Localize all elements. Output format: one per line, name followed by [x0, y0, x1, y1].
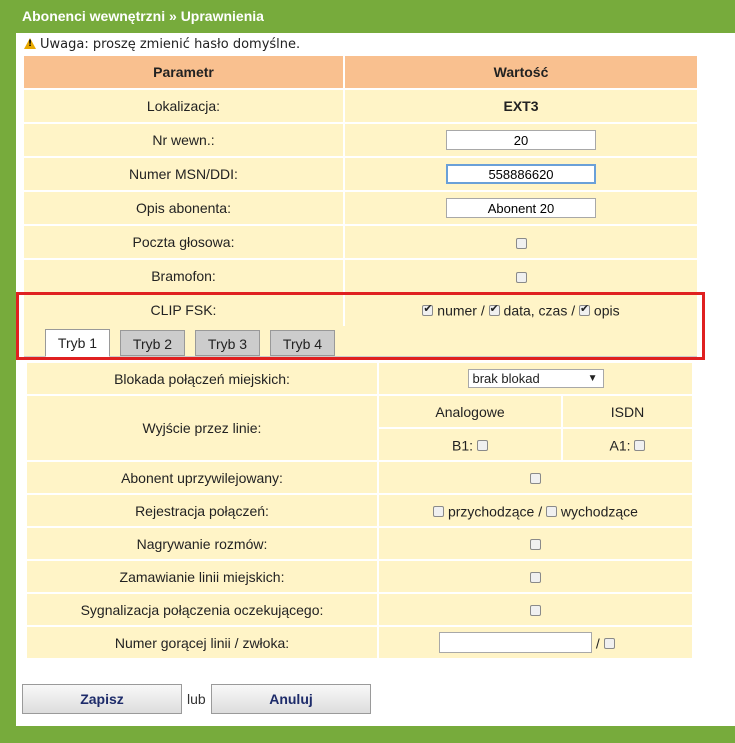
- page-title: Abonenci wewnętrzni » Uprawnienia: [22, 8, 264, 24]
- uprzywilejowany-label: Abonent uprzywilejowany:: [27, 462, 377, 493]
- lokalizacja-label: Lokalizacja:: [24, 90, 343, 122]
- column-header-parametr: Parametr: [24, 56, 343, 88]
- opis-abonenta-input[interactable]: [446, 198, 596, 218]
- b1-checkbox[interactable]: [476, 439, 488, 451]
- settings-table: Parametr Wartość Lokalizacja: EXT3 Nr we…: [22, 54, 699, 328]
- table-row: Numer MSN/DDI:: [24, 158, 697, 190]
- poczta-glosowa-label: Poczta głosowa:: [24, 226, 343, 258]
- table-row: Abonent uprzywilejowany:: [27, 462, 692, 493]
- table-row: Zamawianie linii miejskich:: [27, 561, 692, 592]
- analogowe-header: Analogowe: [379, 396, 561, 427]
- column-header-wartosc: Wartość: [345, 56, 697, 88]
- blokada-select[interactable]: brak blokad ▼: [467, 369, 604, 388]
- msn-ddi-input[interactable]: [446, 164, 596, 184]
- title-bar: Abonenci wewnętrzni » Uprawnienia: [0, 0, 735, 33]
- wychodzace-label: wychodzące: [560, 503, 638, 520]
- msn-ddi-label: Numer MSN/DDI:: [24, 158, 343, 190]
- zamawianie-label: Zamawianie linii miejskich:: [27, 561, 377, 592]
- save-button[interactable]: Zapisz: [22, 684, 182, 714]
- sygnalizacja-checkbox[interactable]: [530, 605, 541, 617]
- b1-label: B1:: [452, 437, 474, 454]
- nr-wewn-input[interactable]: [446, 130, 596, 150]
- warning-icon: [24, 38, 36, 49]
- uprzywilejowany-checkbox[interactable]: [530, 473, 541, 485]
- highlight-box: [16, 292, 705, 360]
- isdn-header: ISDN: [563, 396, 692, 427]
- a1-checkbox[interactable]: [634, 439, 646, 451]
- table-row: Sygnalizacja połączenia oczekującego:: [27, 594, 692, 625]
- sygnalizacja-label: Sygnalizacja połączenia oczekującego:: [27, 594, 377, 625]
- table-row: Rejestracja połączeń: przychodzące / wyc…: [27, 495, 692, 526]
- nr-wewn-label: Nr wewn.:: [24, 124, 343, 156]
- permissions-table: Blokada połączeń miejskich: brak blokad ▼…: [25, 361, 694, 660]
- table-row: Bramofon:: [24, 260, 697, 292]
- table-row: Blokada połączeń miejskich: brak blokad ▼: [27, 363, 692, 394]
- przychodzace-label: przychodzące /: [447, 503, 543, 520]
- goraca-linia-separator: /: [595, 635, 600, 652]
- poczta-glosowa-checkbox[interactable]: [515, 237, 527, 249]
- cancel-button[interactable]: Anuluj: [211, 684, 371, 714]
- bramofon-label: Bramofon:: [24, 260, 343, 292]
- wyjscie-label: Wyjście przez linie:: [27, 396, 377, 460]
- table-row: Lokalizacja: EXT3: [24, 90, 697, 122]
- table-row: Wyjście przez linie: Analogowe ISDN: [27, 396, 692, 460]
- rejestracja-label: Rejestracja połączeń:: [27, 495, 377, 526]
- table-row: Opis abonenta:: [24, 192, 697, 224]
- blokada-selected-value: brak blokad: [472, 371, 540, 386]
- nagrywanie-label: Nagrywanie rozmów:: [27, 528, 377, 559]
- a1-label: A1:: [609, 437, 631, 454]
- table-row: Nagrywanie rozmów:: [27, 528, 692, 559]
- or-label: lub: [187, 691, 206, 707]
- chevron-down-icon: ▼: [587, 373, 598, 384]
- lokalizacja-value: EXT3: [345, 90, 697, 122]
- table-row: Poczta głosowa:: [24, 226, 697, 258]
- table-row: Nr wewn.:: [24, 124, 697, 156]
- opis-abonenta-label: Opis abonenta:: [24, 192, 343, 224]
- nagrywanie-checkbox[interactable]: [530, 539, 541, 551]
- zamawianie-checkbox[interactable]: [530, 572, 541, 584]
- zwloka-checkbox[interactable]: [603, 637, 615, 649]
- table-row: Numer gorącej linii / zwłoka: /: [27, 627, 692, 658]
- przychodzace-checkbox[interactable]: [433, 505, 445, 517]
- goraca-linia-label: Numer gorącej linii / zwłoka:: [27, 627, 377, 658]
- warning-text: Uwaga: proszę zmienić hasło domyślne.: [40, 37, 301, 52]
- wychodzace-checkbox[interactable]: [546, 505, 557, 517]
- bramofon-checkbox[interactable]: [515, 271, 527, 283]
- warning-message: Uwaga: proszę zmienić hasło domyślne.: [24, 37, 300, 52]
- goraca-linia-input[interactable]: [439, 632, 592, 653]
- blokada-label: Blokada połączeń miejskich:: [27, 363, 377, 394]
